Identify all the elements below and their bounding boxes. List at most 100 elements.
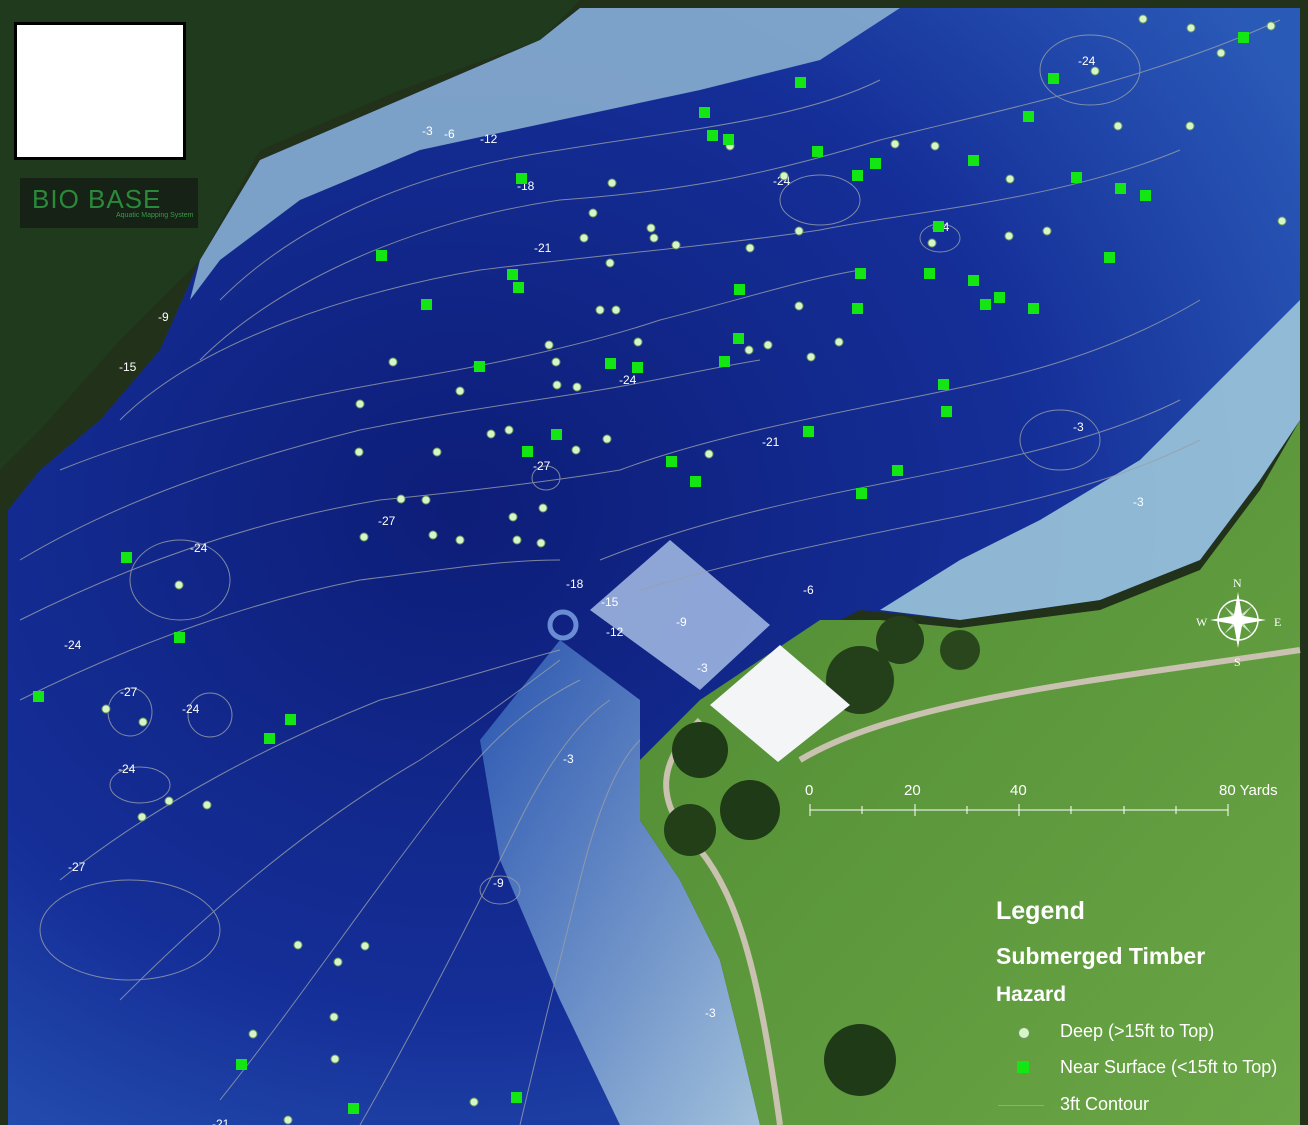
deep-timber-marker xyxy=(469,1097,479,1107)
contour-label: -21 xyxy=(212,1117,230,1125)
scale-label-80-yards: 80 Yards xyxy=(1219,782,1278,799)
deep-timber-marker xyxy=(1266,21,1276,31)
deep-timber-marker xyxy=(607,178,617,188)
near-surface-timber-marker xyxy=(980,299,991,310)
legend-heading-hazard: Hazard xyxy=(996,983,1067,1006)
deep-timber-marker xyxy=(508,512,518,522)
deep-timber-marker xyxy=(202,800,212,810)
near-surface-timber-marker xyxy=(348,1103,359,1114)
deep-timber-marker xyxy=(704,449,714,459)
legend-item-near-surface: Near Surface (<15ft to Top) xyxy=(990,1055,1308,1083)
deep-timber-marker xyxy=(486,429,496,439)
near-surface-timber-marker xyxy=(174,632,185,643)
near-surface-timber-marker xyxy=(795,77,806,88)
contour-label: -3 xyxy=(1133,495,1144,509)
contour-label: -3 xyxy=(705,1006,716,1020)
near-surface-timber-marker xyxy=(421,299,432,310)
deep-timber-marker xyxy=(164,796,174,806)
contour-label: -3 xyxy=(563,752,574,766)
deep-timber-marker xyxy=(1042,226,1052,236)
deep-timber-marker xyxy=(744,345,754,355)
tree xyxy=(664,804,716,856)
compass-n: N xyxy=(1233,576,1242,590)
contour-label: -24 xyxy=(619,373,637,387)
contour-label: -15 xyxy=(119,360,137,374)
contour-label: -24 xyxy=(190,541,208,555)
deep-timber-marker xyxy=(536,538,546,548)
near-surface-timber-marker xyxy=(376,250,387,261)
contour-label: -27 xyxy=(120,685,138,699)
deep-timber-marker xyxy=(646,223,656,233)
legend: Legend Submerged Timber Hazard Deep (>15… xyxy=(990,895,1308,1125)
near-surface-timber-marker xyxy=(1048,73,1059,84)
tree xyxy=(824,1024,896,1096)
near-surface-timber-marker xyxy=(1071,172,1082,183)
deep-timber-marker xyxy=(359,532,369,542)
contour-label: -24 xyxy=(1078,54,1096,68)
near-surface-timber-marker xyxy=(507,269,518,280)
deep-timber-marker xyxy=(927,238,937,248)
contour-label: -18 xyxy=(566,577,584,591)
deep-timber-marker xyxy=(137,812,147,822)
near-surface-timber-marker xyxy=(994,292,1005,303)
deep-timber-marker xyxy=(421,495,431,505)
contour-label: -9 xyxy=(158,310,169,324)
near-surface-timber-marker xyxy=(551,429,562,440)
contour-line-icon xyxy=(998,1105,1044,1106)
contour-label: -21 xyxy=(534,241,552,255)
inset-map-box xyxy=(14,22,186,160)
near-surface-timber-marker xyxy=(1238,32,1249,43)
near-surface-timber-marker xyxy=(852,303,863,314)
near-surface-timber-marker xyxy=(812,146,823,157)
contour-label: -3 xyxy=(697,661,708,675)
deep-timber-marker xyxy=(293,940,303,950)
deep-marker-icon xyxy=(1018,1027,1030,1039)
deep-timber-marker xyxy=(432,447,442,457)
scale-label-20: 20 xyxy=(904,782,921,799)
deep-timber-marker xyxy=(572,382,582,392)
legend-item-label: Deep (>15ft to Top) xyxy=(1060,1021,1215,1041)
near-surface-timber-marker xyxy=(690,476,701,487)
near-surface-timber-marker xyxy=(855,268,866,279)
contour-label: -3 xyxy=(422,124,433,138)
contour-label: -6 xyxy=(444,127,455,141)
legend-item-deep: Deep (>15ft to Top) xyxy=(990,1019,1308,1047)
legend-title: Legend xyxy=(996,897,1085,925)
near-surface-timber-marker xyxy=(285,714,296,725)
near-surface-timber-marker xyxy=(924,268,935,279)
near-surface-timber-marker xyxy=(666,456,677,467)
contour-label: -27 xyxy=(68,860,86,874)
deep-timber-marker xyxy=(552,380,562,390)
deep-timber-marker xyxy=(1216,48,1226,58)
deep-timber-marker xyxy=(333,957,343,967)
deep-timber-marker xyxy=(455,386,465,396)
near-surface-timber-marker xyxy=(522,446,533,457)
deep-timber-marker xyxy=(745,243,755,253)
near-surface-timber-marker xyxy=(33,691,44,702)
near-surface-timber-marker xyxy=(733,333,744,344)
deep-timber-marker xyxy=(504,425,514,435)
deep-timber-marker xyxy=(354,447,364,457)
deep-timber-marker xyxy=(834,337,844,347)
near-surface-timber-marker xyxy=(803,426,814,437)
deep-timber-marker xyxy=(571,445,581,455)
near-surface-timber-marker xyxy=(723,134,734,145)
deep-timber-marker xyxy=(806,352,816,362)
contour-label: -6 xyxy=(803,583,814,597)
near-surface-timber-marker xyxy=(707,130,718,141)
near-surface-timber-marker xyxy=(1023,111,1034,122)
contour-label: -9 xyxy=(676,615,687,629)
contour-label: -3 xyxy=(1073,420,1084,434)
contour-label: -12 xyxy=(480,132,498,146)
contour-label: -27 xyxy=(533,459,551,473)
near-surface-timber-marker xyxy=(892,465,903,476)
near-surface-timber-marker xyxy=(870,158,881,169)
deep-timber-marker xyxy=(101,704,111,714)
near-surface-timber-marker xyxy=(938,379,949,390)
deep-timber-marker xyxy=(649,233,659,243)
deep-timber-marker xyxy=(1186,23,1196,33)
deep-timber-marker xyxy=(355,399,365,409)
legend-item-contour: 3ft Contour xyxy=(990,1092,1308,1120)
near-surface-timber-marker xyxy=(121,552,132,563)
compass-w: W xyxy=(1196,615,1208,629)
